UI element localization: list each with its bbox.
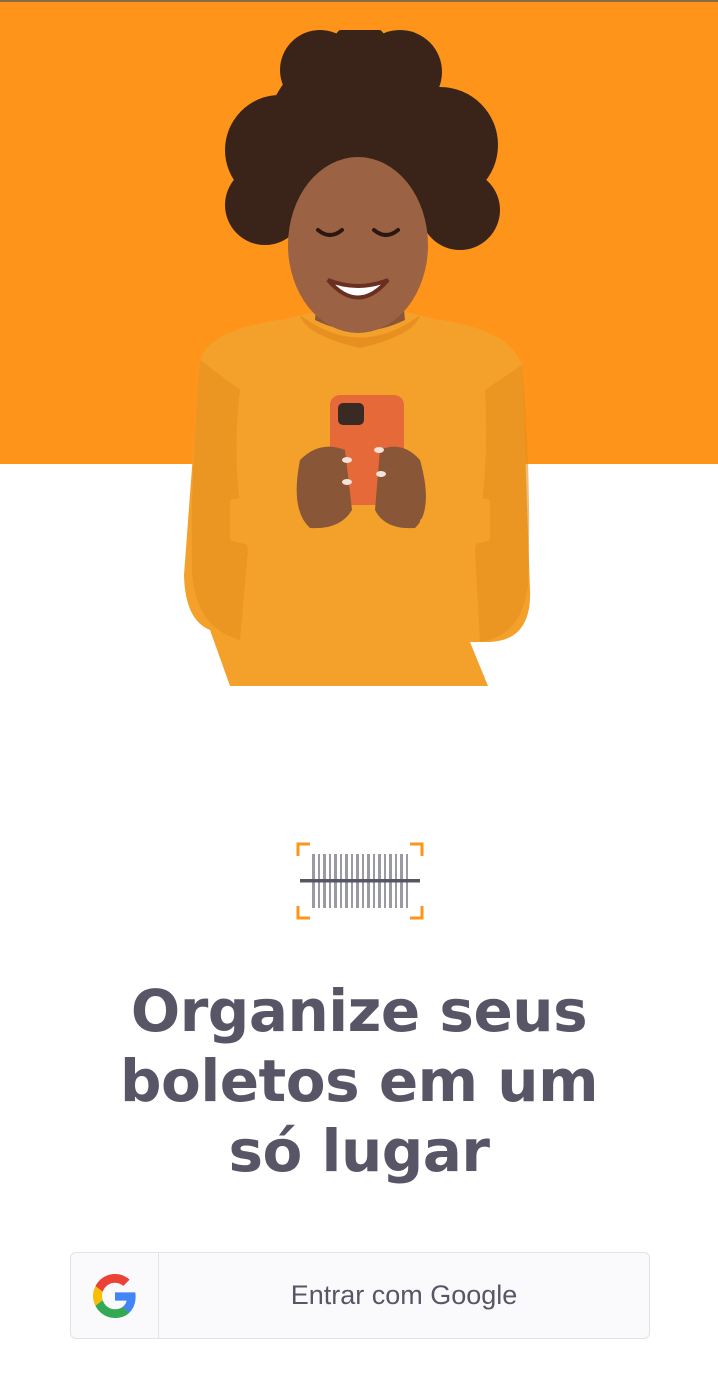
title-line-2: boletos em um [119, 1047, 599, 1115]
page-title: Organize seus boletos em um só lugar [100, 976, 618, 1186]
google-icon [92, 1273, 136, 1318]
barcode-icon [296, 842, 424, 920]
title-line-1: Organize seus [130, 977, 588, 1045]
google-login-button[interactable]: Entrar com Google [70, 1252, 650, 1339]
google-login-label: Entrar com Google [290, 1280, 518, 1310]
google-icon-container [71, 1253, 159, 1338]
hero-illustration [170, 30, 550, 690]
title-line-3: só lugar [228, 1117, 491, 1185]
